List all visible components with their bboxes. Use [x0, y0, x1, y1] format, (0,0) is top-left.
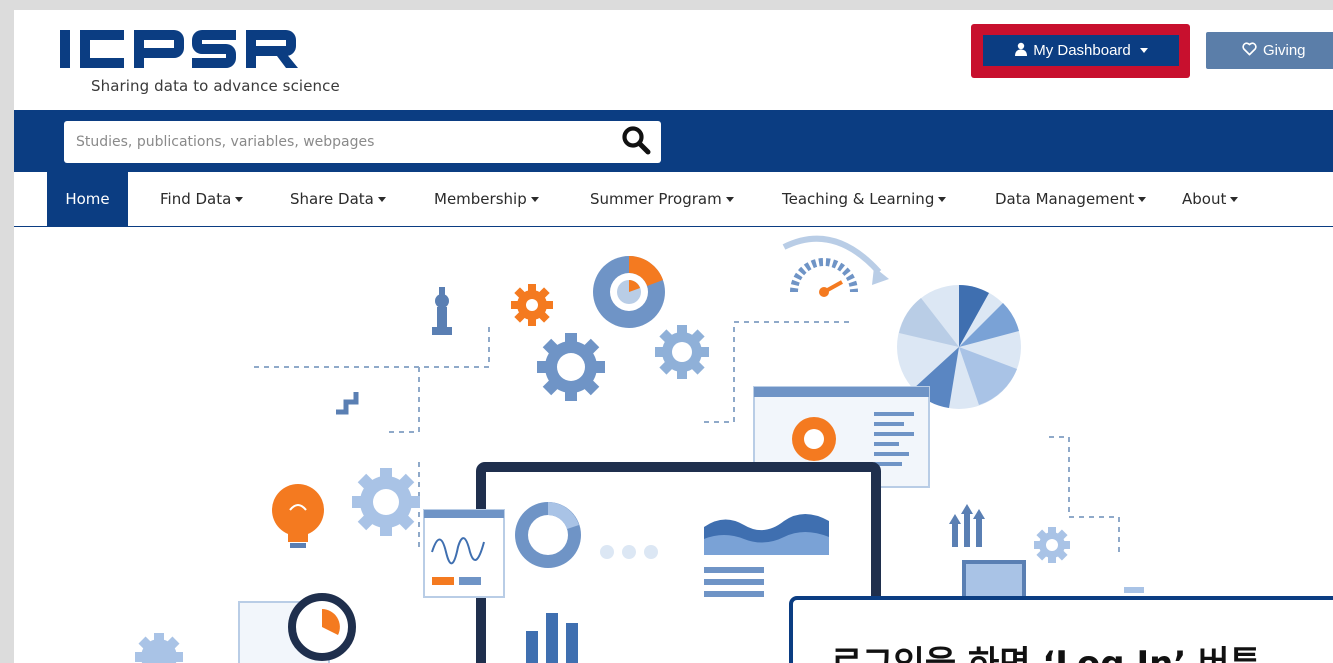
callout-text: 로그인을 하면 ‘Log In’ 버튼 — [831, 636, 1261, 663]
donut-chart-icon — [593, 255, 665, 328]
search-icon — [621, 125, 651, 160]
chevron-down-icon — [1230, 196, 1239, 202]
icpsr-page: Sharing data to advance science My Dashb… — [14, 10, 1333, 663]
chevron-down-icon — [235, 196, 244, 202]
my-dashboard-label: My Dashboard — [1033, 42, 1131, 59]
nav-item-label: Home — [65, 190, 110, 208]
gear-icon — [135, 633, 183, 663]
main-nav: Home Find Data Share Data Membership Sum… — [14, 172, 1333, 227]
nav-item-find-data[interactable]: Find Data — [160, 172, 244, 226]
orange-gear-icon — [511, 284, 553, 326]
nav-item-about[interactable]: About — [1182, 172, 1239, 226]
nav-item-label: Teaching & Learning — [782, 190, 935, 208]
chess-piece-icon — [432, 287, 452, 335]
nav-item-home[interactable]: Home — [47, 172, 128, 226]
chevron-down-icon — [1139, 48, 1148, 53]
giving-label: Giving — [1263, 42, 1306, 59]
my-dashboard-button[interactable]: My Dashboard — [983, 35, 1179, 66]
chevron-down-icon — [377, 196, 386, 202]
search-input[interactable] — [64, 121, 611, 163]
nav-item-label: Membership — [434, 190, 527, 208]
line-chart-panel-icon — [423, 509, 505, 598]
search-button[interactable] — [611, 121, 661, 163]
nav-item-label: Data Management — [995, 190, 1135, 208]
chevron-down-icon — [530, 196, 539, 202]
logo-wordmark — [60, 30, 298, 68]
search-band — [14, 110, 1333, 172]
gear-icon — [1034, 527, 1070, 563]
lightbulb-icon — [272, 484, 324, 548]
nav-item-membership[interactable]: Membership — [434, 172, 539, 226]
nav-item-label: Share Data — [290, 190, 374, 208]
user-icon — [1014, 42, 1028, 60]
chevron-down-icon — [725, 196, 734, 202]
nav-item-label: Summer Program — [590, 190, 722, 208]
tutorial-callout: 로그인을 하면 ‘Log In’ 버튼 — [789, 596, 1333, 663]
chevron-down-icon — [1138, 196, 1147, 202]
gauge-icon — [790, 258, 858, 297]
nav-item-teaching-learning[interactable]: Teaching & Learning — [782, 172, 947, 226]
nav-item-summer-program[interactable]: Summer Program — [590, 172, 734, 226]
chevron-down-icon — [938, 196, 947, 202]
nav-item-label: About — [1182, 190, 1227, 208]
icpsr-logo[interactable]: Sharing data to advance science — [58, 24, 378, 96]
nav-item-data-management[interactable]: Data Management — [995, 172, 1147, 226]
gear-icon — [537, 333, 605, 401]
giving-button[interactable]: Giving — [1206, 32, 1333, 69]
magnifier-chart-icon — [288, 593, 356, 661]
up-arrows-icon — [949, 504, 985, 547]
nav-item-share-data[interactable]: Share Data — [290, 172, 386, 226]
gear-icon — [655, 325, 709, 379]
nav-item-label: Find Data — [160, 190, 232, 208]
heart-icon — [1242, 41, 1257, 60]
gear-icon — [352, 468, 420, 536]
logo-tagline: Sharing data to advance science — [91, 77, 340, 95]
